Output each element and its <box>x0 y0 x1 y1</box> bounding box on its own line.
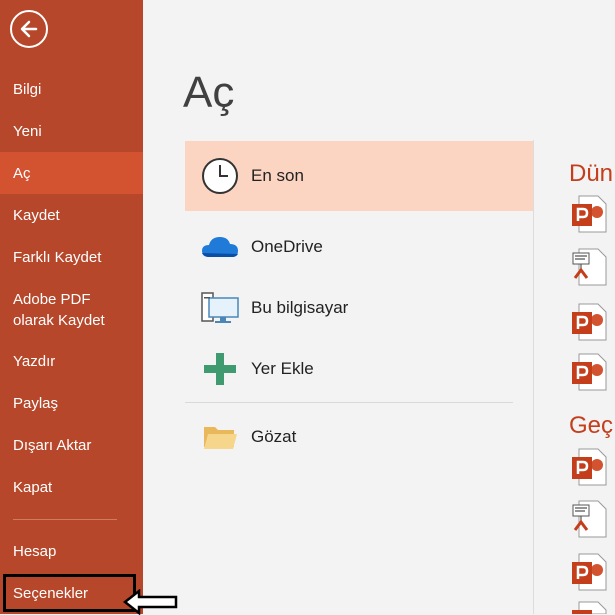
nav-item-farkli-kaydet[interactable]: Farklı Kaydet <box>0 242 143 273</box>
cloud-icon <box>202 237 238 257</box>
pptx-file-icon[interactable] <box>571 303 607 341</box>
pptx-file-icon[interactable] <box>571 553 607 591</box>
pptx-file-icon[interactable] <box>571 601 607 614</box>
clock-icon <box>202 158 238 194</box>
nav-item-adobe-pdf[interactable]: Adobe PDF olarak Kaydet <box>0 288 143 332</box>
nav-item-disari-aktar[interactable]: Dışarı Aktar <box>0 430 143 461</box>
nav-item-ac[interactable]: Aç <box>0 152 143 194</box>
folder-icon <box>204 427 237 449</box>
location-label: Yer Ekle <box>251 359 314 378</box>
locations-divider <box>185 402 513 403</box>
plus-icon <box>204 353 236 385</box>
location-label: Bu bilgisayar <box>251 298 349 317</box>
nav-item-kaydet[interactable]: Kaydet <box>0 200 143 231</box>
pointer-arrow-icon <box>123 589 178 615</box>
computer-icon <box>201 292 239 323</box>
recent-section-heading: Dün <box>569 160 614 187</box>
location-label: OneDrive <box>251 237 323 256</box>
nav-item-bilgi[interactable]: Bilgi <box>0 74 143 105</box>
page-title: Aç <box>183 68 235 117</box>
pptx-file-icon[interactable] <box>571 353 607 391</box>
location-label: En son <box>251 166 304 185</box>
sidebar-divider <box>13 519 117 520</box>
back-button[interactable] <box>10 10 48 48</box>
pptx-file-icon[interactable] <box>571 195 607 233</box>
nav-item-paylas[interactable]: Paylaş <box>0 388 143 419</box>
location-gozat[interactable]: Gözat <box>185 414 533 460</box>
location-en-son[interactable]: En son <box>185 141 533 211</box>
location-yer-ekle[interactable]: Yer Ekle <box>185 346 533 392</box>
location-bu-bilgisayar[interactable]: Bu bilgisayar <box>185 284 533 332</box>
nav-item-yeni[interactable]: Yeni <box>0 116 143 147</box>
pptx-show-file-icon[interactable] <box>571 248 607 286</box>
panel-divider <box>533 140 534 614</box>
pptx-show-file-icon[interactable] <box>571 500 607 538</box>
recent-section-heading: Geç <box>569 412 614 439</box>
backstage-sidebar: Bilgi Yeni Aç Kaydet Farklı Kaydet Adobe… <box>0 0 143 614</box>
location-onedrive[interactable]: OneDrive <box>185 224 533 270</box>
nav-item-yazdir[interactable]: Yazdır <box>0 346 143 377</box>
nav-item-kapat[interactable]: Kapat <box>0 472 143 503</box>
location-label: Gözat <box>251 427 297 446</box>
secenekler-highlight-box <box>3 574 136 612</box>
nav-item-hesap[interactable]: Hesap <box>0 536 143 567</box>
pptx-file-icon[interactable] <box>571 448 607 486</box>
back-arrow-icon <box>20 20 38 38</box>
